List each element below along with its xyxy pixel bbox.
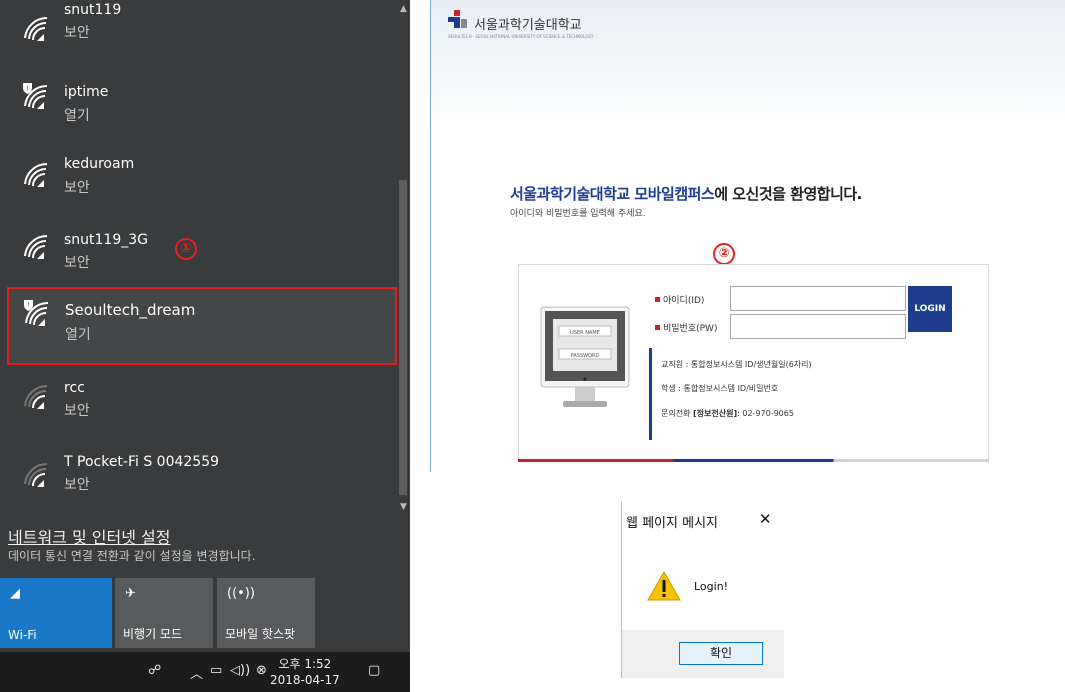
id-input[interactable] [730, 286, 906, 311]
wifi-weak-signal-icon [24, 462, 48, 487]
monitor-illustration: USER NAME PASSWORD [540, 306, 630, 407]
wifi-network-item[interactable]: T Pocket-Fi S 0042559 보안 [0, 446, 397, 518]
info-contact: 문의전화 [정보전산원]: 02-970-9065 [661, 409, 794, 418]
volume-icon[interactable]: ◁)) [230, 663, 250, 678]
network-status: 보안 [64, 403, 90, 419]
close-icon[interactable]: ✕ [759, 510, 772, 528]
network-name: snut119_3G [64, 232, 149, 248]
monitor-username-text: USER NAME [570, 330, 600, 336]
logo-text: 서울과학기술대학교 [474, 18, 582, 33]
login-panel: USER NAME PASSWORD 아이디(ID) 비밀번호(PW) LOGI… [518, 264, 989, 462]
ok-button[interactable]: 확인 [679, 642, 763, 665]
password-input[interactable] [730, 314, 906, 339]
network-status: 보안 [64, 25, 90, 41]
tile-label: 비행기 모드 [123, 627, 183, 641]
logo-subtitle: SEOULTECH · SEOUL NATIONAL UNIVERSITY OF… [448, 34, 594, 39]
clock-date: 2018-04-17 [270, 673, 340, 687]
seoultech-logo-icon [448, 10, 467, 28]
dialog-title: 웹 페이지 메시지 [626, 516, 718, 531]
wifi-signal-icon [24, 234, 48, 259]
warning-icon [647, 570, 681, 601]
welcome-subtitle: 아이디와 비밀번호를 입력해 주세요. [510, 209, 646, 219]
network-settings-link[interactable]: 네트워크 및 인터넷 설정 [8, 524, 170, 548]
tile-label: 모바일 핫스팟 [225, 627, 296, 641]
wifi-weak-signal-icon [24, 384, 48, 409]
network-list-scrollbar[interactable]: ▲ ▼ [397, 0, 410, 520]
network-status: 보안 [64, 180, 90, 196]
svg-text:!: ! [27, 302, 29, 309]
network-status: 열기 [65, 327, 91, 343]
network-name: rcc [64, 380, 85, 396]
airplane-icon: ✈ [125, 586, 136, 601]
network-name: iptime [64, 84, 109, 100]
clock-time: 오후 1:52 [278, 657, 332, 671]
id-label: 아이디(ID) [655, 293, 704, 306]
welcome-highlight: 서울과학기술대학교 모바일캠퍼스 [510, 185, 715, 203]
annotation-marker-1: ① [175, 238, 197, 260]
wifi-network-item-selected[interactable]: ! Seoultech_dream 열기 [7, 287, 397, 365]
network-name: T Pocket-Fi S 0042559 [64, 454, 220, 470]
network-status: 열기 [64, 108, 90, 124]
alert-dialog: 웹 페이지 메시지 ✕ Login! 확인 [621, 502, 784, 678]
airplane-mode-tile[interactable]: ✈ 비행기 모드 [115, 578, 213, 648]
network-settings-description: 데이터 통신 연결 전환과 같이 설정을 변경합니다. [8, 549, 256, 563]
dialog-footer: 확인 [622, 630, 784, 678]
chevron-up-icon[interactable]: ︿ [190, 663, 203, 682]
login-panel-colorbar [518, 459, 989, 462]
wifi-network-item[interactable]: snut119_3G 보안 [0, 216, 397, 288]
mobile-hotspot-tile[interactable]: ((•)) 모바일 핫스팟 [217, 578, 315, 648]
hotspot-icon: ((•)) [227, 586, 255, 601]
wifi-icon: ◢ [10, 586, 20, 601]
svg-text:!: ! [26, 85, 28, 92]
wifi-open-icon: ! [24, 300, 49, 326]
pw-label: 비밀번호(PW) [655, 321, 717, 334]
wifi-signal-icon [24, 16, 48, 41]
login-button[interactable]: LOGIN [908, 286, 952, 332]
scroll-down-icon[interactable]: ▼ [399, 502, 408, 512]
tile-label: Wi-Fi [8, 628, 37, 642]
wifi-open-icon: ! [23, 83, 48, 109]
taskbar: ☍ ︿ ▭ ◁)) ⊗ 오후 1:52 2018-04-17 ▢ [0, 652, 410, 692]
dialog-body: Login! [622, 550, 784, 630]
wifi-toggle-tile[interactable]: ◢ Wi-Fi [0, 578, 112, 648]
info-student: 학생 : 통합정보시스템 ID/비밀번호 [661, 384, 779, 393]
wifi-network-item[interactable]: ! iptime 열기 [0, 72, 397, 144]
welcome-heading: 서울과학기술대학교 모바일캠퍼스에 오신것을 환영합니다. [510, 183, 862, 204]
network-status: 보안 [64, 477, 90, 493]
monitor-password-text: PASSWORD [571, 353, 600, 359]
wifi-signal-icon [24, 162, 48, 187]
annotation-marker-2: ② [713, 243, 735, 265]
network-icon[interactable]: ▭ [210, 663, 222, 678]
welcome-rest: 에 오신것을 환영합니다. [714, 185, 862, 203]
wifi-network-item[interactable]: keduroam 보안 [0, 146, 397, 218]
wifi-network-item[interactable]: snut119 보안 [0, 0, 397, 72]
wifi-flyout: snut119 보안 ! iptime 열기 keduroam 보안 snut1… [0, 0, 410, 692]
screenshot: snut119 보안 ! iptime 열기 keduroam 보안 snut1… [0, 0, 1065, 692]
taskbar-clock[interactable]: 오후 1:52 2018-04-17 [270, 656, 340, 688]
wifi-network-item[interactable]: rcc 보안 [0, 370, 397, 442]
dialog-message: Login! [694, 580, 729, 593]
info-staff: 교직원 : 통합정보시스템 ID/생년월일(6자리) [661, 360, 812, 369]
info-divider [649, 348, 652, 440]
people-icon[interactable]: ☍ [148, 663, 161, 678]
error-status-icon[interactable]: ⊗ [256, 663, 267, 678]
network-name: Seoultech_dream [65, 301, 196, 319]
network-status: 보안 [64, 255, 90, 271]
scroll-up-icon[interactable]: ▲ [399, 4, 408, 14]
network-name: snut119 [64, 2, 122, 18]
network-name: keduroam [64, 156, 135, 172]
action-center-icon[interactable]: ▢ [368, 663, 380, 678]
scroll-thumb[interactable] [399, 180, 407, 495]
page-border [430, 0, 431, 472]
